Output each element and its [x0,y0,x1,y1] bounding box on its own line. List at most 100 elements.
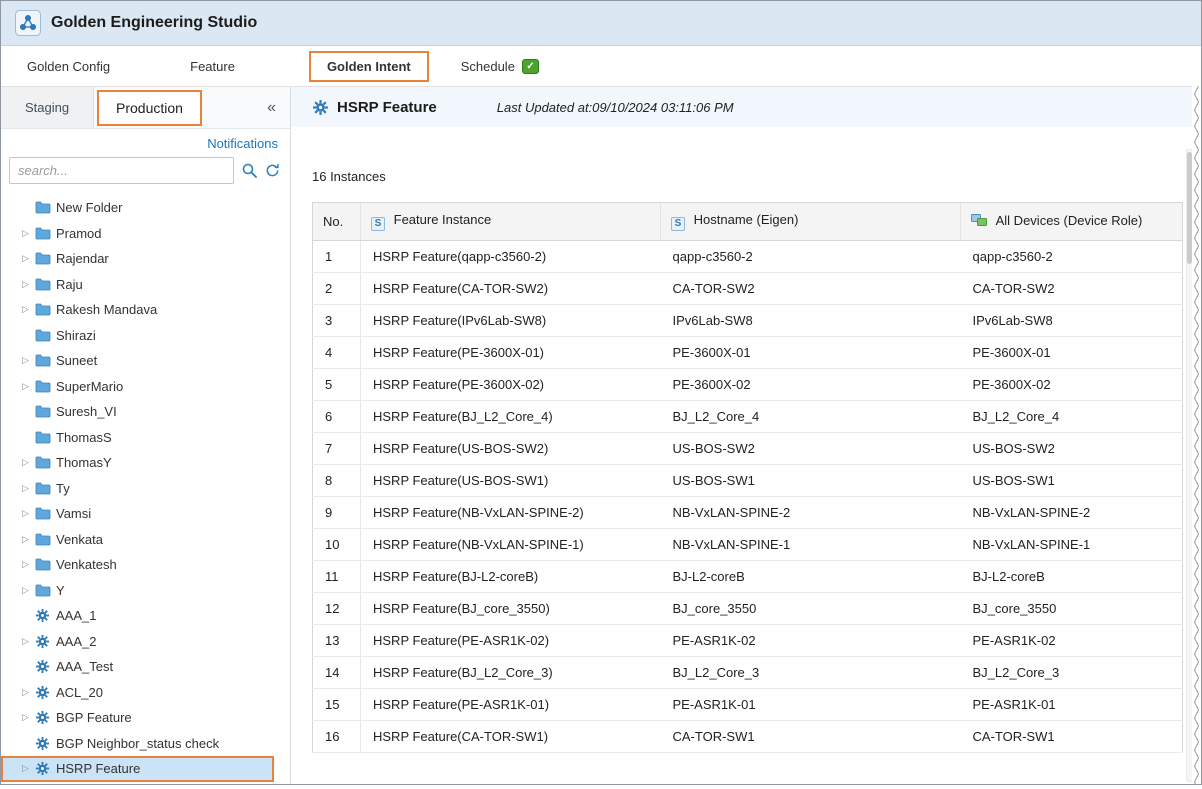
feature-instance-cell: HSRP Feature(PE-3600X-02) [361,369,661,401]
tab-production[interactable]: Production [97,90,202,126]
table-row[interactable]: 10 HSRP Feature(NB-VxLAN-SPINE-1) NB-VxL… [313,529,1183,561]
torn-edge-decoration [1192,86,1201,784]
expand-arrow-icon[interactable]: ▷ [22,712,35,723]
tree-item[interactable]: ▷ [1,501,290,527]
tree-item[interactable]: ▷ [1,399,290,425]
hostname-cell: PE-ASR1K-02 [661,625,961,657]
expand-arrow-icon[interactable]: ▷ [22,763,35,774]
table-row[interactable]: 13 HSRP Feature(PE-ASR1K-02) PE-ASR1K-02… [313,625,1183,657]
tab-staging[interactable]: Staging [1,87,94,128]
tree-item[interactable]: ▷ [1,348,290,374]
table-row[interactable]: 1 HSRP Feature(qapp-c3560-2) qapp-c3560-… [313,241,1183,273]
hostname-cell: CA-TOR-SW2 [661,273,961,305]
table-row[interactable]: 7 HSRP Feature(US-BOS-SW2) US-BOS-SW2 US… [313,433,1183,465]
feature-gear-icon [35,659,53,674]
folder-icon [35,227,53,240]
expand-arrow-icon[interactable]: ▷ [22,687,35,698]
tree-item[interactable]: ▷ [1,221,290,247]
tree-item[interactable]: ▷ [1,450,290,476]
tree-item-label: SuperMario [56,379,123,394]
refresh-icon[interactable] [265,163,280,178]
table-row[interactable]: 2 HSRP Feature(CA-TOR-SW2) CA-TOR-SW2 CA… [313,273,1183,305]
expand-arrow-icon[interactable]: ▷ [22,534,35,545]
table-row[interactable]: 9 HSRP Feature(NB-VxLAN-SPINE-2) NB-VxLA… [313,497,1183,529]
tree-item[interactable]: ▷ [1,629,290,655]
tree-item[interactable]: ▷ [1,654,290,680]
devices-cell: BJ_L2_Core_3 [961,657,1183,689]
tree-item[interactable]: ▷ [1,705,290,731]
tree-item-label: Ty [56,481,70,496]
folder-icon [35,252,53,265]
expand-arrow-icon[interactable]: ▷ [22,559,35,570]
table-row[interactable]: 3 HSRP Feature(IPv6Lab-SW8) IPv6Lab-SW8 … [313,305,1183,337]
table-row[interactable]: 6 HSRP Feature(BJ_L2_Core_4) BJ_L2_Core_… [313,401,1183,433]
expand-arrow-icon[interactable]: ▷ [22,355,35,366]
row-number: 11 [313,561,361,593]
tab-golden-config[interactable]: Golden Config [15,51,122,82]
tree-item[interactable]: ▷ [1,756,274,782]
table-row[interactable]: 11 HSRP Feature(BJ-L2-coreB) BJ-L2-coreB… [313,561,1183,593]
expand-arrow-icon[interactable]: ▷ [22,253,35,264]
expand-arrow-icon[interactable]: ▷ [22,381,35,392]
hostname-cell: US-BOS-SW2 [661,433,961,465]
folder-icon [35,431,53,444]
tree-item[interactable]: ▷ [1,425,290,451]
folder-icon [35,507,53,520]
tab-golden-intent[interactable]: Golden Intent [309,51,429,82]
folder-icon [35,584,53,597]
table-row[interactable]: 14 HSRP Feature(BJ_L2_Core_3) BJ_L2_Core… [313,657,1183,689]
search-input[interactable] [9,157,234,184]
table-row[interactable]: 5 HSRP Feature(PE-3600X-02) PE-3600X-02 … [313,369,1183,401]
tree-item-label: New Folder [56,200,122,215]
tree-item[interactable]: ▷ [1,297,290,323]
expand-arrow-icon[interactable]: ▷ [22,457,35,468]
expand-arrow-icon[interactable]: ▷ [22,483,35,494]
tree-item-label: Suresh_VI [56,404,117,419]
folder-icon [35,278,53,291]
table-row[interactable]: 16 HSRP Feature(CA-TOR-SW1) CA-TOR-SW1 C… [313,721,1183,753]
row-number: 6 [313,401,361,433]
tree-item[interactable]: ▷ [1,323,290,349]
tree-item[interactable]: ▷ [1,603,290,629]
page-title: HSRP Feature [337,99,437,116]
table-row[interactable]: 8 HSRP Feature(US-BOS-SW1) US-BOS-SW1 US… [313,465,1183,497]
tree-item[interactable]: ▷ [1,782,290,785]
table-row[interactable]: 15 HSRP Feature(PE-ASR1K-01) PE-ASR1K-01… [313,689,1183,721]
tree-item[interactable]: ▷ [1,272,290,298]
row-number: 4 [313,337,361,369]
tree-item[interactable]: ▷ [1,552,290,578]
table-row[interactable]: 4 HSRP Feature(PE-3600X-01) PE-3600X-01 … [313,337,1183,369]
devices-cell: qapp-c3560-2 [961,241,1183,273]
feature-gear-icon [35,634,53,649]
expand-arrow-icon[interactable]: ▷ [22,585,35,596]
tree-item[interactable]: ▷ [1,731,290,757]
instances-table: No. S Feature Instance S Hostname (Eigen… [312,202,1183,753]
search-icon[interactable] [241,162,258,179]
notifications-link[interactable]: Notifications [207,136,278,151]
folder-icon [35,456,53,469]
feature-header: HSRP Feature Last Updated at:09/10/2024 … [291,87,1201,127]
collapse-sidebar-icon[interactable]: « [267,99,290,117]
tab-schedule[interactable]: Schedule ✓ [449,51,551,82]
tree-item[interactable]: ▷ [1,246,290,272]
hostname-cell: BJ_core_3550 [661,593,961,625]
feature-instance-cell: HSRP Feature(CA-TOR-SW2) [361,273,661,305]
devices-cell: US-BOS-SW1 [961,465,1183,497]
tree-item[interactable]: ▷ [1,195,290,221]
app-title: Golden Engineering Studio [51,14,257,32]
expand-arrow-icon[interactable]: ▷ [22,636,35,647]
expand-arrow-icon[interactable]: ▷ [22,304,35,315]
row-number: 10 [313,529,361,561]
tree-item[interactable]: ▷ [1,527,290,553]
expand-arrow-icon[interactable]: ▷ [22,508,35,519]
table-row[interactable]: 12 HSRP Feature(BJ_core_3550) BJ_core_35… [313,593,1183,625]
tab-feature[interactable]: Feature [178,51,247,82]
expand-arrow-icon[interactable]: ▷ [22,279,35,290]
expand-arrow-icon[interactable]: ▷ [22,228,35,239]
tree-item[interactable]: ▷ [1,578,290,604]
row-number: 5 [313,369,361,401]
tree-item[interactable]: ▷ [1,476,290,502]
tree-item[interactable]: ▷ [1,680,290,706]
tree-item[interactable]: ▷ [1,374,290,400]
row-number: 9 [313,497,361,529]
